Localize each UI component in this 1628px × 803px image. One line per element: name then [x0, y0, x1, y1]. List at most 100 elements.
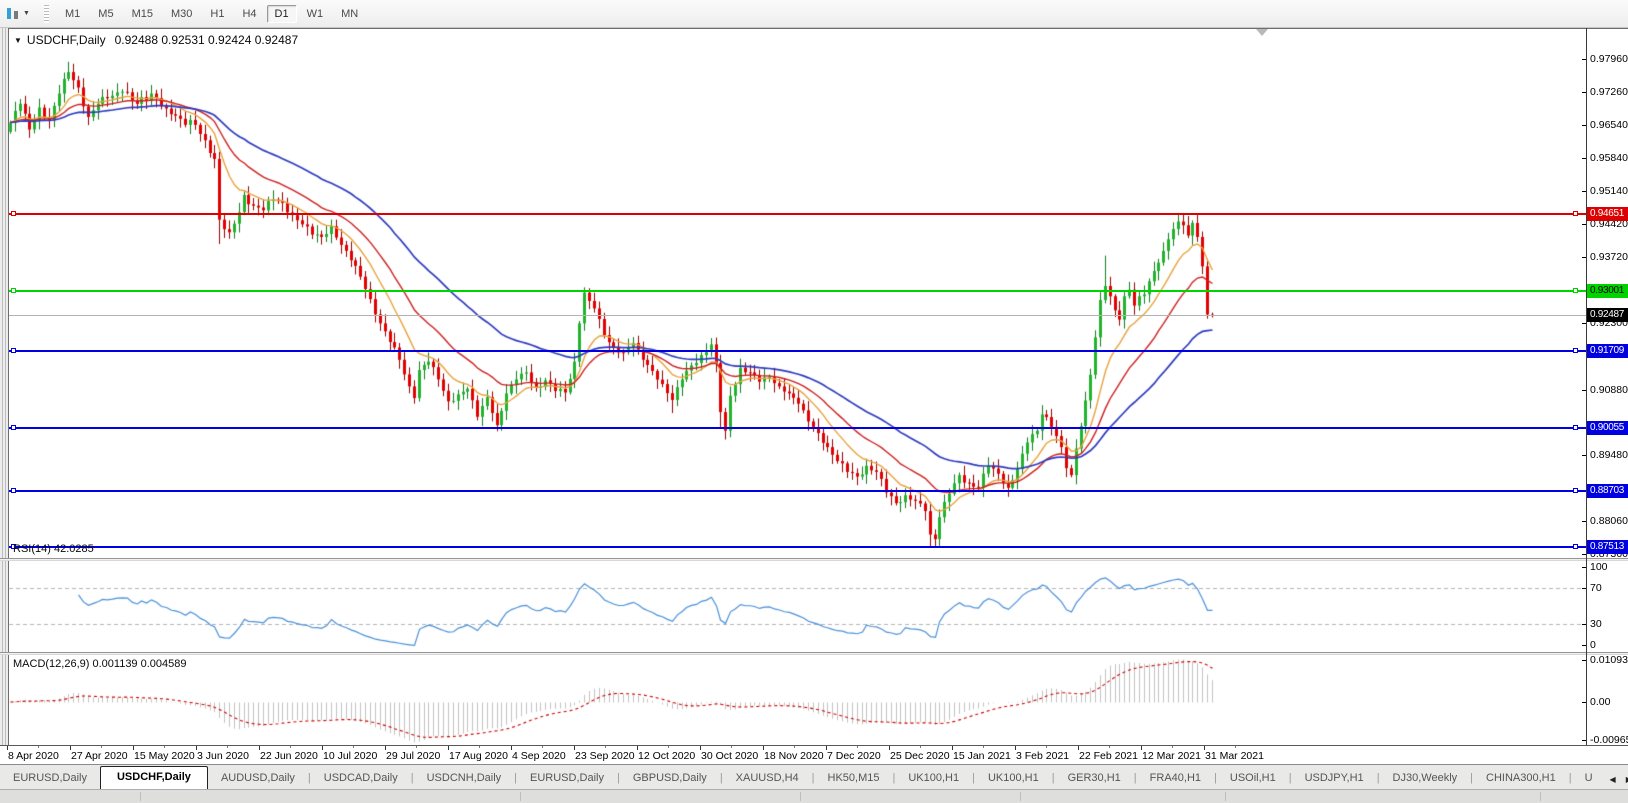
- pane-separator-rsi-macd[interactable]: [0, 652, 1628, 655]
- price-tick: [1582, 125, 1586, 126]
- tab-usdcad-daily[interactable]: USDCAD,Daily: [311, 768, 411, 789]
- status-strip-separator: [140, 792, 141, 801]
- rsi-axis-label: 0: [1590, 639, 1596, 651]
- line-handle-left[interactable]: [11, 288, 16, 293]
- price-tick: [1582, 92, 1586, 93]
- macd-axis-tick: [1582, 740, 1586, 741]
- price-tick-label: 0.90880: [1590, 384, 1628, 396]
- macd-axis-tick: [1582, 660, 1586, 661]
- chart-tab-bar: EURUSD,Daily USDCHF,Daily AUDUSD,Daily | USD…: [0, 764, 1628, 789]
- tab-fra40-h1[interactable]: FRA40,H1: [1137, 768, 1214, 789]
- price-tick: [1582, 257, 1586, 258]
- date-tick-minor: [668, 746, 669, 748]
- macd-current-values: 0.001139 0.004589: [92, 658, 187, 670]
- tab-dj30-weekly[interactable]: DJ30,Weekly: [1380, 768, 1471, 789]
- chart-shift-marker-icon[interactable]: [1256, 29, 1268, 36]
- price-tick: [1582, 521, 1586, 522]
- price-tick: [1582, 455, 1586, 456]
- price-tick: [1582, 554, 1586, 555]
- rsi-current-value: 42.0285: [53, 543, 94, 555]
- chart-canvas[interactable]: [0, 0, 1628, 803]
- rsi-axis-label: 30: [1590, 618, 1602, 630]
- tab-gbpusd-daily[interactable]: GBPUSD,Daily: [620, 768, 720, 789]
- line-handle-right[interactable]: [1573, 544, 1578, 549]
- date-tick-minor: [38, 746, 39, 748]
- price-level-label-0.91709: 0.91709: [1587, 344, 1628, 358]
- date-tick-minor: [605, 746, 606, 748]
- tab-scroll-left-icon[interactable]: ◀: [1610, 775, 1616, 784]
- rsi-title: RSI(14): [13, 543, 51, 555]
- tab-xauusd-h4[interactable]: XAUUSD,H4: [723, 768, 812, 789]
- price-tick-label: 0.97260: [1590, 86, 1628, 98]
- date-axis[interactable]: 8 Apr 2020 27 Apr 2020 15 May 2020 3 Jun 20…: [0, 746, 1628, 764]
- line-handle-right[interactable]: [1573, 488, 1578, 493]
- line-handle-left[interactable]: [11, 425, 16, 430]
- status-strip-separator: [1540, 792, 1541, 801]
- date-label: 8 Apr 2020: [8, 750, 59, 762]
- hline-support-0.90055[interactable]: [9, 425, 1586, 430]
- pane-separator-main-rsi[interactable]: [0, 558, 1628, 561]
- line-handle-left[interactable]: [11, 211, 16, 216]
- tab-hk50-m15[interactable]: HK50,M15: [815, 768, 893, 789]
- tab-uk100-h1[interactable]: UK100,H1: [895, 768, 972, 789]
- line-handle-left[interactable]: [11, 348, 16, 353]
- date-label: 7 Dec 2020: [827, 750, 881, 762]
- date-tick-minor: [983, 746, 984, 748]
- date-label: 22 Feb 2021: [1079, 750, 1138, 762]
- hline-support-0.87513[interactable]: [9, 544, 1586, 549]
- date-tick-minor: [794, 746, 795, 748]
- date-label: 12 Mar 2021: [1142, 750, 1201, 762]
- chart-title: ▼ USDCHF,Daily 0.92488 0.92531 0.92424 0.9…: [14, 33, 298, 47]
- mt4-window: ▼ M1M5M15M30H1H4D1W1MN ▼USDCHF,Daily0.92…: [0, 0, 1628, 803]
- date-label: 3 Feb 2021: [1016, 750, 1070, 762]
- date-label: 12 Oct 2020: [638, 750, 696, 762]
- line-handle-right[interactable]: [1573, 348, 1578, 353]
- line-handle-left[interactable]: [11, 488, 16, 493]
- chart-symbol-label: USDCHF,Daily: [26, 33, 106, 47]
- line-handle-right[interactable]: [1573, 425, 1578, 430]
- tab-scroll-buttons: ◀▶: [1606, 775, 1628, 789]
- tab-ger30-h1[interactable]: GER30,H1: [1055, 768, 1134, 789]
- status-strip-separator: [520, 792, 521, 801]
- price-tick: [1582, 323, 1586, 324]
- price-tick: [1582, 390, 1586, 391]
- line-handle-right[interactable]: [1573, 288, 1578, 293]
- rsi-axis-label: 70: [1590, 582, 1602, 594]
- hline-support-0.88703[interactable]: [9, 488, 1586, 493]
- date-label: 18 Nov 2020: [764, 750, 824, 762]
- date-tick-minor: [920, 746, 921, 748]
- macd-axis-label: -0.009653: [1590, 734, 1628, 746]
- tab-eurusd-daily[interactable]: EURUSD,Daily: [517, 768, 617, 789]
- price-tick: [1582, 224, 1586, 225]
- date-label: 15 Jan 2021: [953, 750, 1011, 762]
- price-tick: [1582, 59, 1586, 60]
- date-label: 22 Jun 2020: [260, 750, 318, 762]
- tab-eurusd-daily[interactable]: EURUSD,Daily: [0, 768, 100, 789]
- rsi-axis-label: 100: [1590, 561, 1608, 573]
- rsi-axis-tick: [1582, 624, 1586, 625]
- line-handle-right[interactable]: [1573, 211, 1578, 216]
- hline-resistance-0.94651[interactable]: [9, 211, 1586, 216]
- hline-resistance-0.93001[interactable]: [9, 288, 1586, 293]
- tab-usdjpy-h1[interactable]: USDJPY,H1: [1292, 768, 1377, 789]
- tab-china300-h1[interactable]: CHINA300,H1: [1473, 768, 1569, 789]
- tab-usdchf-daily[interactable]: USDCHF,Daily: [99, 766, 208, 789]
- price-level-label-0.93001: 0.93001: [1587, 284, 1628, 298]
- tab-audusd-daily[interactable]: AUDUSD,Daily: [208, 768, 308, 789]
- price-level-label-0.88703: 0.88703: [1587, 484, 1628, 498]
- date-label: 4 Sep 2020: [512, 750, 566, 762]
- tab-u[interactable]: U: [1572, 768, 1606, 789]
- macd-pane-label: MACD(12,26,9) 0.001139 0.004589: [13, 658, 186, 670]
- price-tick-label: 0.93720: [1590, 251, 1628, 263]
- price-axis-border: [1586, 28, 1587, 765]
- date-label: 25 Dec 2020: [890, 750, 950, 762]
- tab-usdcnh-daily[interactable]: USDCNH,Daily: [414, 768, 515, 789]
- date-label: 15 May 2020: [134, 750, 195, 762]
- macd-axis-label: 0.010933: [1590, 654, 1628, 666]
- tab-uk100-h1[interactable]: UK100,H1: [975, 768, 1052, 789]
- date-tick-minor: [857, 746, 858, 748]
- tab-usoil-h1[interactable]: USOil,H1: [1217, 768, 1289, 789]
- hline-support-0.91709[interactable]: [9, 348, 1586, 353]
- rsi-axis-tick: [1582, 567, 1586, 568]
- symbol-dropdown-icon[interactable]: ▼: [14, 36, 22, 45]
